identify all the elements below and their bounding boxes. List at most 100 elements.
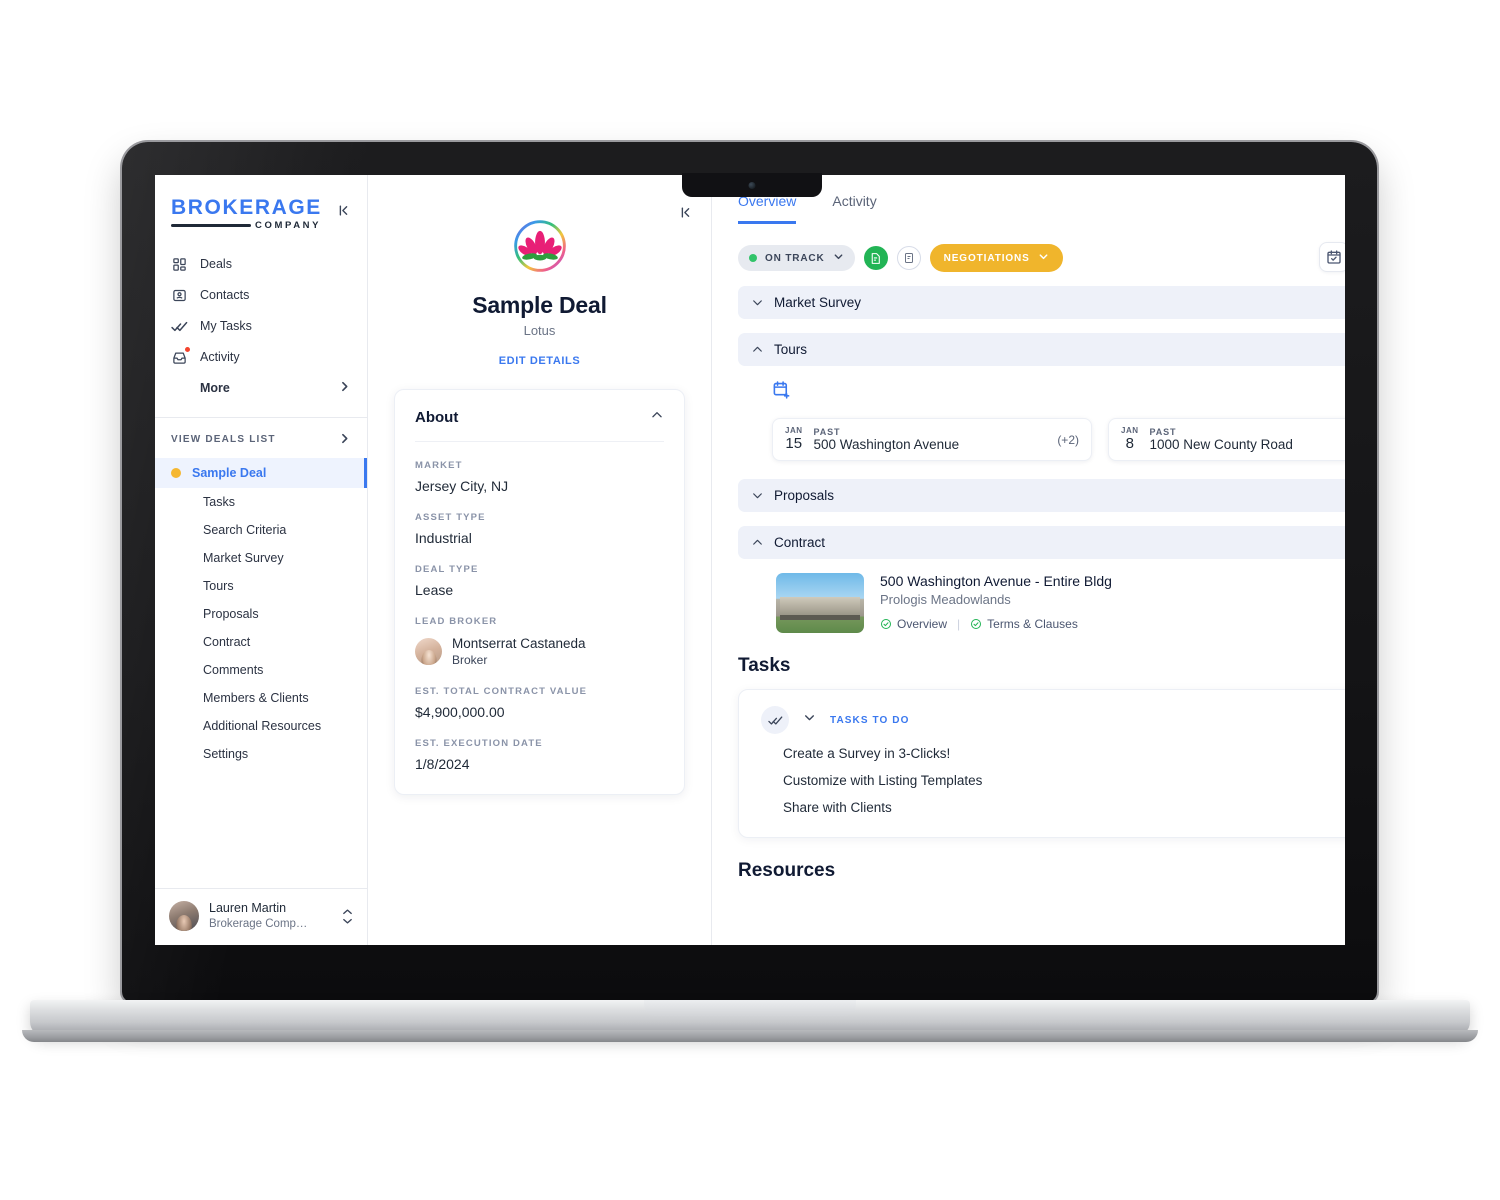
lead-broker-name: Montserrat Castaneda <box>452 636 586 651</box>
deal-logo-wrap <box>394 175 685 280</box>
sidebar-item-members-clients[interactable]: Members & Clients <box>155 684 367 712</box>
double-check-icon <box>171 318 188 335</box>
section-proposals[interactable]: Proposals <box>738 479 1345 512</box>
stage-badge[interactable]: NEGOTIATIONS <box>929 244 1063 272</box>
field-value: Industrial <box>415 530 472 546</box>
calendar-check-icon[interactable] <box>1319 242 1345 272</box>
sidebar-item-deals[interactable]: Deals <box>155 249 367 280</box>
sidebar-item-contract[interactable]: Contract <box>155 628 367 656</box>
chevron-down-icon[interactable] <box>803 711 816 729</box>
sidebar-item-my-tasks[interactable]: My Tasks <box>155 311 367 342</box>
brand-logo: BROKERAGE COMPANY <box>171 197 322 231</box>
field-label: ASSET TYPE <box>415 512 486 523</box>
sidebar-item-more[interactable]: More <box>155 373 367 403</box>
lead-broker-row[interactable]: Montserrat Castaneda Broker <box>415 635 664 668</box>
user-name: Lauren Martin <box>209 901 287 915</box>
inbox-icon <box>171 345 191 366</box>
property-thumbnail <box>776 573 864 633</box>
sidebar-item-tours[interactable]: Tours <box>155 572 367 600</box>
sidebar-item-activity[interactable]: Activity <box>155 342 367 373</box>
brand-rule: COMPANY <box>171 221 322 231</box>
grid-icon <box>171 256 188 273</box>
property-owner: Prologis Meadowlands <box>880 592 1011 607</box>
tour-card[interactable]: JAN 15 PAST 500 Washington Avenue (+2) <box>772 418 1092 461</box>
tab-overview[interactable]: Overview <box>738 193 797 224</box>
task-item[interactable]: Share with Clients <box>761 788 1345 815</box>
brand-name: BROKERAGE <box>171 196 322 219</box>
sidebar-item-sample-deal[interactable]: Sample Deal <box>155 457 367 488</box>
double-check-icon <box>761 706 789 734</box>
field-label: EST. TOTAL CONTRACT VALUE <box>415 686 588 698</box>
tour-more-count: (+2) <box>1057 432 1079 447</box>
field-value: 1/8/2024 <box>415 756 470 773</box>
field-execution-date: EST. EXECUTION DATE 1/8/2024 <box>415 738 664 772</box>
note-icon[interactable] <box>896 246 921 270</box>
tour-day: 8 <box>1125 434 1134 452</box>
screenshot-stage: BROKERAGE COMPANY Deals Contacts My Task… <box>0 0 1500 1200</box>
collapse-left-icon[interactable] <box>336 203 351 223</box>
about-card-header[interactable]: About <box>415 408 664 442</box>
chevron-down-icon <box>751 489 764 502</box>
deal-subtitle: Lotus <box>523 323 556 338</box>
sidebar-item-comments[interactable]: Comments <box>155 656 367 684</box>
tour-card[interactable]: JAN 8 PAST 1000 New County Road (+ <box>1108 418 1345 461</box>
tasks-card-header: TASKS TO DO <box>761 706 1345 734</box>
about-heading: About <box>415 409 459 426</box>
field-lead-broker: LEAD BROKER Montserrat Castaneda Broker <box>415 616 664 668</box>
section-label: Contract <box>774 535 826 550</box>
tasks-heading: Tasks <box>738 655 791 676</box>
status-badge[interactable]: ON TRACK <box>738 245 855 271</box>
laptop-base-lip <box>22 1030 1478 1042</box>
sidebar-item-tasks[interactable]: Tasks <box>155 488 367 516</box>
user-profile[interactable]: Lauren Martin Brokerage Comp… <box>155 888 367 945</box>
task-item[interactable]: Create a Survey in 3-Clicks! <box>761 734 1345 761</box>
sidebar-item-market-survey[interactable]: Market Survey <box>155 544 367 572</box>
section-contract[interactable]: Contract <box>738 526 1345 559</box>
sidebar-item-additional-resources[interactable]: Additional Resources <box>155 712 367 740</box>
tour-info: PAST 1000 New County Road <box>1150 427 1345 452</box>
tab-activity[interactable]: Activity <box>832 193 876 224</box>
sidebar-item-proposals[interactable]: Proposals <box>155 600 367 628</box>
report-green-icon[interactable] <box>863 246 888 270</box>
task-item[interactable]: Customize with Listing Templates <box>761 761 1345 788</box>
chevron-down-icon <box>751 296 764 309</box>
primary-nav: Deals Contacts My Tasks Activity More <box>155 237 367 409</box>
stage-label: NEGOTIATIONS <box>943 252 1030 264</box>
field-label: LEAD BROKER <box>415 616 498 627</box>
section-tours[interactable]: Tours <box>738 333 1345 366</box>
link-terms-clauses[interactable]: Terms & Clauses <box>970 617 1078 631</box>
chevron-up-icon <box>751 536 764 549</box>
sidebar: BROKERAGE COMPANY Deals Contacts My Task… <box>155 175 368 945</box>
chevron-up-icon[interactable] <box>650 408 664 427</box>
brand-subname: COMPANY <box>255 220 322 231</box>
tour-address: 1000 New County Road <box>1149 437 1293 452</box>
tasks-card: TASKS TO DO Create a Survey in 3-Clicks!… <box>738 689 1345 838</box>
sidebar-item-label: Deals <box>200 257 232 271</box>
property-links: Overview | Terms & Clauses <box>880 617 1112 631</box>
collapse-left-icon[interactable] <box>678 205 693 225</box>
about-card: About MARKET Jersey City, NJ ASSET TYPE … <box>394 389 685 796</box>
section-market-survey[interactable]: Market Survey <box>738 286 1345 319</box>
sidebar-item-label: Contacts <box>200 288 250 302</box>
check-circle-icon <box>880 618 892 630</box>
edit-details-link[interactable]: EDIT DETAILS <box>394 355 685 367</box>
user-switch-stepper-icon[interactable] <box>342 908 353 925</box>
view-deals-list-button[interactable]: VIEW DEALS LIST <box>155 418 367 458</box>
page-title: Sample Deal <box>472 292 607 318</box>
calendar-plus-icon[interactable] <box>772 381 791 403</box>
sidebar-item-search-criteria[interactable]: Search Criteria <box>155 516 367 544</box>
sidebar-item-settings[interactable]: Settings <box>155 740 367 768</box>
field-value: Jersey City, NJ <box>415 478 509 494</box>
field-asset-type: ASSET TYPE Industrial <box>415 512 664 546</box>
tour-card-row: JAN 15 PAST 500 Washington Avenue (+2) J… <box>772 418 1345 461</box>
brand-row: BROKERAGE COMPANY <box>155 175 367 237</box>
link-label: Overview <box>897 617 948 631</box>
resources-heading: Resources <box>738 860 836 881</box>
field-contract-value: EST. TOTAL CONTRACT VALUE $4,900,000.00 <box>415 686 664 720</box>
tab-bar: Overview Activity <box>738 175 1345 224</box>
link-overview[interactable]: Overview <box>880 617 947 631</box>
tasks-todo-label[interactable]: TASKS TO DO <box>830 715 910 726</box>
field-deal-type: DEAL TYPE Lease <box>415 564 664 598</box>
sidebar-item-contacts[interactable]: Contacts <box>155 280 367 311</box>
field-label: EST. EXECUTION DATE <box>415 738 543 750</box>
